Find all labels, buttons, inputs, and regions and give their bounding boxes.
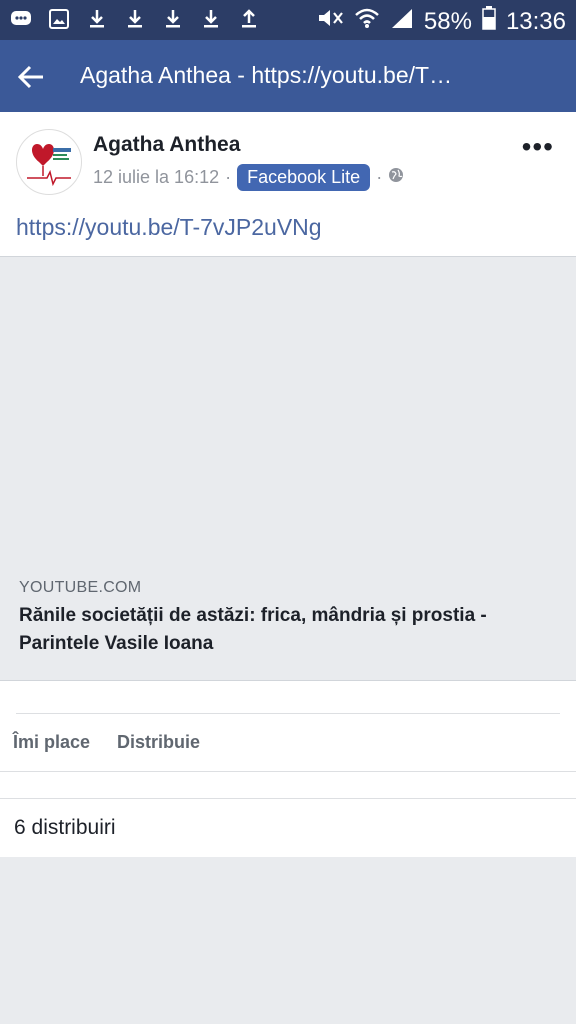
post-date[interactable]: 12 iulie la 16:12 — [93, 167, 219, 188]
post-actions: Îmi place Distribuie — [0, 681, 576, 771]
author-name[interactable]: Agatha Anthea — [93, 133, 240, 157]
more-options-icon[interactable]: ••• — [522, 133, 554, 161]
gallery-icon — [48, 8, 70, 30]
download-icon — [162, 8, 184, 30]
meta-separator: · — [376, 167, 383, 187]
preview-title: Rănile societății de astăzi: frica, mând… — [19, 605, 487, 654]
actions-divider — [16, 713, 560, 714]
download-icon — [124, 8, 146, 30]
app-badge[interactable]: Facebook Lite — [237, 164, 371, 191]
signal-icon — [390, 7, 414, 36]
post-meta: 12 iulie la 16:12 · Facebook Lite · — [93, 164, 404, 191]
messenger-icon — [10, 8, 32, 30]
mute-icon — [316, 7, 344, 36]
shares-count: 6 distribuiri — [14, 816, 116, 839]
post-link[interactable]: https://youtu.be/T-7vJP2uVNg — [16, 214, 322, 241]
app-bar: Agatha Anthea - https://youtu.be/T… — [0, 40, 576, 112]
battery-icon — [482, 6, 496, 37]
download-icon — [200, 8, 222, 30]
clock: 13:36 — [505, 7, 566, 35]
shares-row[interactable]: 6 distribuiri — [0, 799, 576, 857]
notification-icons — [10, 8, 260, 30]
status-bar: 58% 13:36 — [0, 0, 576, 40]
share-button[interactable]: Distribuie — [117, 732, 200, 753]
page-title: Agatha Anthea - https://youtu.be/T… — [80, 62, 453, 88]
battery-text: 58% — [423, 7, 472, 35]
status-right: 58% 13:36 — [316, 6, 566, 37]
download-icon — [86, 8, 108, 30]
like-button[interactable]: Îmi place — [13, 732, 90, 753]
upload-icon — [238, 8, 260, 30]
globe-icon — [388, 167, 404, 188]
avatar[interactable] — [16, 129, 82, 195]
meta-separator: · — [225, 167, 232, 187]
preview-domain: YOUTUBE.COM — [19, 579, 142, 596]
back-arrow-icon[interactable] — [16, 62, 46, 92]
wifi-icon — [354, 7, 380, 36]
post-card: Agatha Anthea 12 iulie la 16:12 · Facebo… — [0, 112, 576, 681]
section-divider — [0, 771, 576, 799]
link-preview[interactable]: YOUTUBE.COM Rănile societății de astăzi:… — [0, 256, 576, 681]
